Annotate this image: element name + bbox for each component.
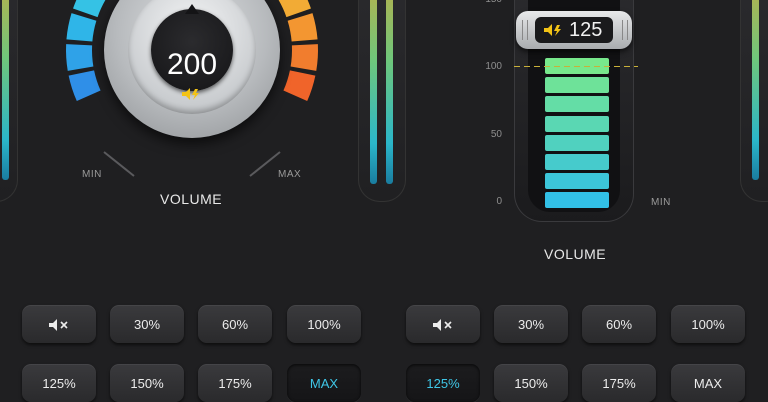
right-mute-button[interactable] <box>406 305 480 343</box>
gauge-segment <box>278 0 311 18</box>
slider-level-segment <box>545 154 609 170</box>
right-preset-30[interactable]: 30% <box>494 305 568 343</box>
right-preset-125[interactable]: 125% <box>406 364 480 402</box>
left-preset-175[interactable]: 175% <box>198 364 272 402</box>
gauge-segment <box>73 0 106 18</box>
left-preset-30[interactable]: 30% <box>110 305 184 343</box>
right-preset-150[interactable]: 150% <box>494 364 568 402</box>
gauge-segment <box>65 44 94 71</box>
left-preset-150[interactable]: 150% <box>110 364 184 402</box>
speaker-boost-icon <box>544 24 561 36</box>
right-preset-175[interactable]: 175% <box>582 364 656 402</box>
slider-value: 125 <box>569 19 603 41</box>
gauge-segment <box>283 70 316 102</box>
gauge-segment <box>66 13 97 42</box>
right-level-meter <box>740 0 768 202</box>
gauge-segment <box>290 44 318 71</box>
slider-level-segment <box>545 96 609 113</box>
left-preset-100[interactable]: 100% <box>287 305 361 343</box>
tick-label-100: 100 <box>485 61 502 72</box>
left-preset-60[interactable]: 60% <box>198 305 272 343</box>
right-preset-max[interactable]: MAX <box>671 364 745 402</box>
mute-icon <box>433 318 452 331</box>
right-preset-60[interactable]: 60% <box>582 305 656 343</box>
tick-label-150: 150 <box>472 0 502 5</box>
slider-min-label: MIN <box>651 197 671 208</box>
knob-volume-label: VOLUME <box>160 191 223 207</box>
gauge-segment <box>287 13 318 42</box>
knob-min-label: MIN <box>82 169 102 180</box>
handle-grip-right <box>622 20 628 40</box>
handle-grip <box>522 20 528 40</box>
slider-volume-label: VOLUME <box>544 246 607 262</box>
left-preset-max[interactable]: MAX <box>287 364 361 402</box>
knob-max-label: MAX <box>278 169 302 180</box>
knob-pointer <box>185 4 199 14</box>
speaker-boost-icon <box>182 88 199 100</box>
slider-level-segment <box>545 134 609 151</box>
tick-label-50: 50 <box>490 129 502 140</box>
slider-level-segment <box>545 173 609 190</box>
left-mute-button[interactable] <box>22 305 96 343</box>
slider-level-marker <box>514 66 638 67</box>
right-preset-100[interactable]: 100% <box>671 305 745 343</box>
gauge-segment <box>68 70 101 102</box>
knob-value: 200 <box>166 48 218 81</box>
slider-level-segment <box>545 77 609 94</box>
slider-level-segment <box>545 115 609 132</box>
left-preset-125[interactable]: 125% <box>22 364 96 402</box>
slider-level-segment <box>545 192 609 209</box>
tick-label-0: 0 <box>496 196 502 207</box>
mute-icon <box>49 318 68 331</box>
